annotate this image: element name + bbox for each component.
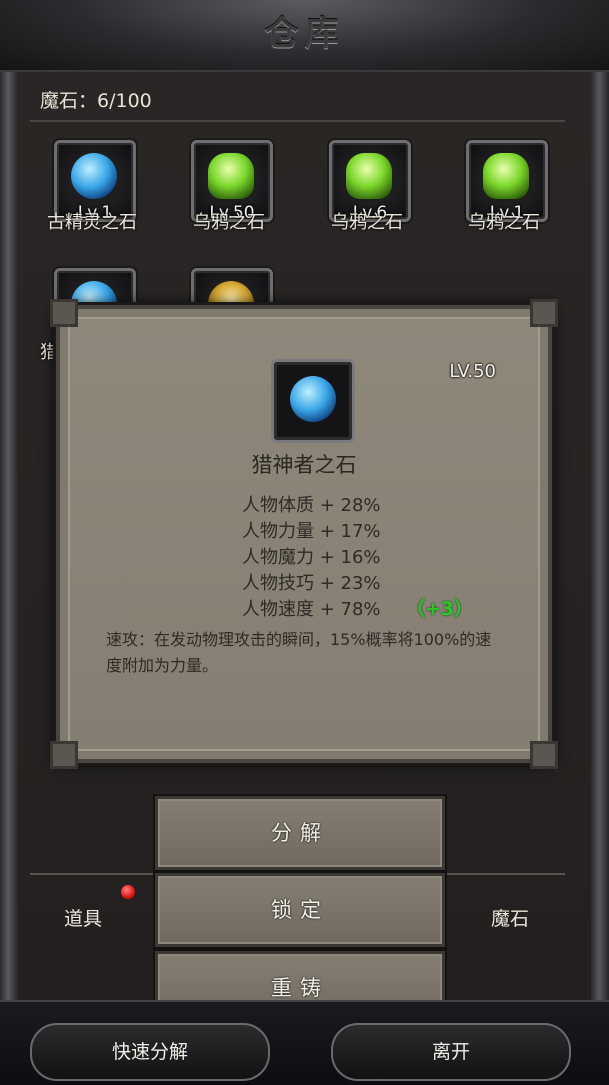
stone-count: 魔石：6/100	[40, 90, 152, 112]
slot-name: 乌鸦之石	[193, 212, 265, 233]
stat-line: 人物速度 + 78%	[242, 599, 381, 620]
leave-button[interactable]: 离开	[331, 1023, 571, 1081]
divider	[30, 120, 565, 122]
slot-name: 乌鸦之石	[468, 212, 540, 233]
title-bar: 仓库	[0, 0, 609, 72]
stat-line: 人物体质 + 28%	[242, 495, 381, 516]
slot-name: 古精灵之石	[47, 212, 137, 233]
stat-line: 人物力量 + 17%	[242, 521, 381, 542]
item-detail-popup: LV.50 猎神者之石 人物体质 + 28% 人物力量 + 17% 人物魔力 +…	[50, 299, 558, 769]
slot-name: 乌鸦之石	[331, 212, 403, 233]
stat-bonus: （+3）	[406, 598, 474, 620]
popup-item-name: 猎神者之石	[251, 453, 357, 477]
corner-ornament	[530, 299, 558, 327]
quick-decompose-button[interactable]: 快速分解	[30, 1023, 270, 1081]
tab-stones[interactable]: 魔石	[491, 904, 529, 931]
corner-ornament	[50, 741, 78, 769]
popup-level: LV.50	[449, 361, 496, 382]
green-crystal-stone-icon	[346, 153, 392, 199]
corner-ornament	[530, 741, 558, 769]
ornate-border-right	[591, 0, 609, 1000]
stat-line: 人物技巧 + 23%	[242, 573, 381, 594]
popup-item-slot	[271, 359, 355, 443]
corner-ornament	[50, 299, 78, 327]
green-crystal-stone-icon	[208, 153, 254, 199]
lock-button[interactable]: 锁定	[155, 873, 445, 947]
stat-line: 人物魔力 + 16%	[242, 547, 381, 568]
blue-swirl-stone-icon	[290, 376, 336, 422]
decompose-button[interactable]: 分解	[155, 796, 445, 870]
green-crystal-stone-icon	[483, 153, 529, 199]
notification-badge	[121, 885, 135, 899]
window-title: 仓库	[264, 14, 345, 54]
blue-orb-stone-icon	[71, 153, 117, 199]
tab-items[interactable]: 道具	[64, 904, 102, 931]
skill-description: 速攻：在发动物理攻击的瞬间，15%概率将100%的速度附加为力量。	[106, 630, 492, 675]
ornate-border-left	[0, 0, 18, 1000]
popup-body: LV.50 猎神者之石 人物体质 + 28% 人物力量 + 17% 人物魔力 +…	[68, 317, 540, 751]
